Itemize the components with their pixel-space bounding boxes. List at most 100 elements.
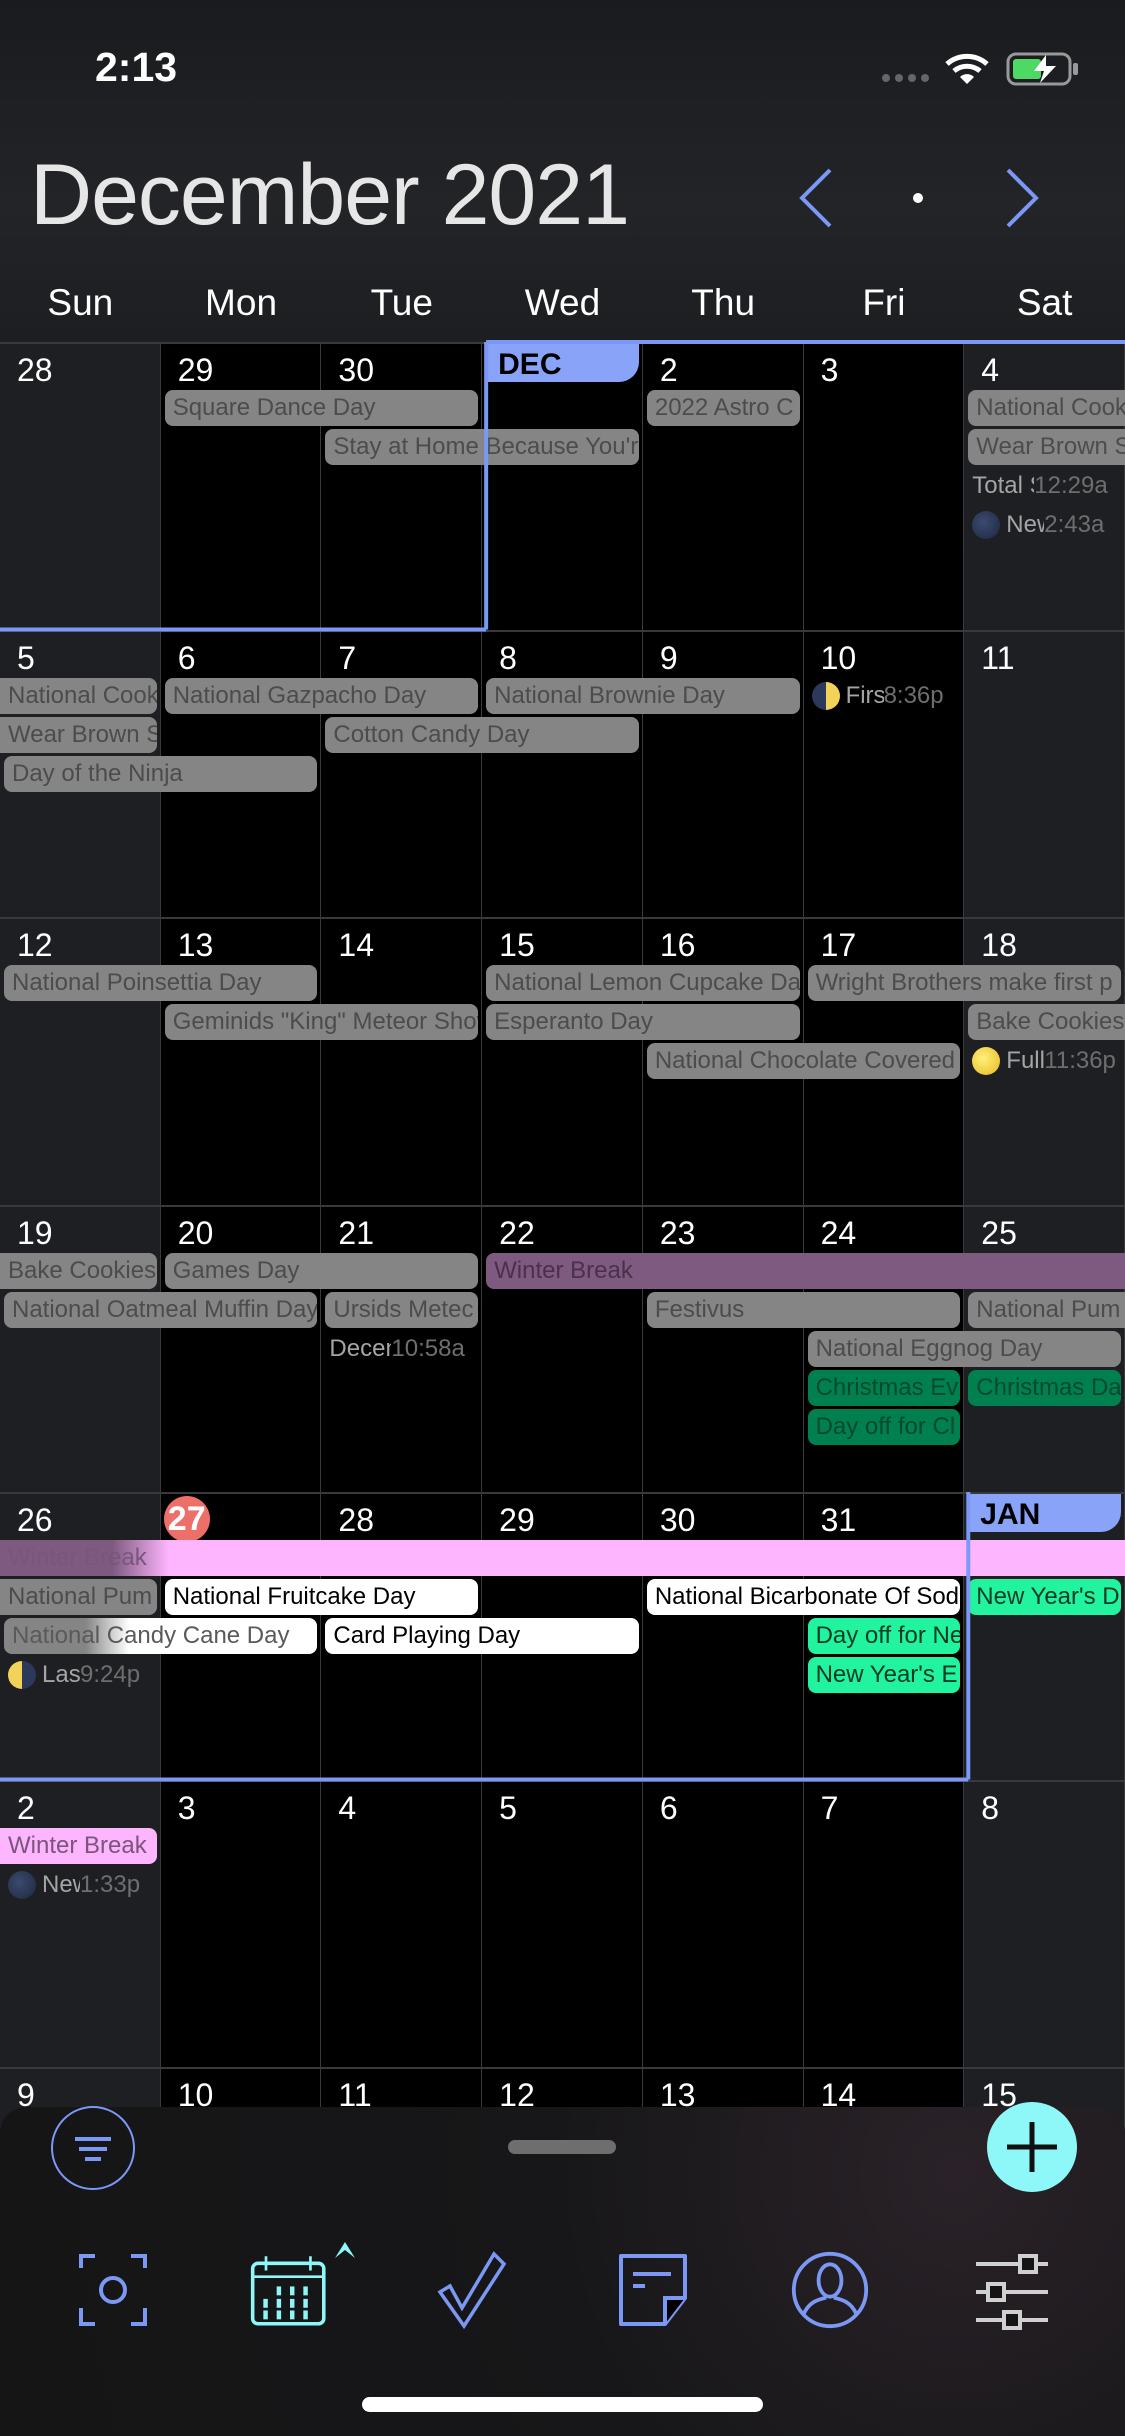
event-bar[interactable]: Wear Brown S	[968, 429, 1125, 465]
event-bar[interactable]: Cotton Candy Day	[325, 716, 639, 753]
event-bar[interactable]: Christmas Da	[968, 1369, 1121, 1406]
day-cell[interactable]: 15	[482, 917, 643, 1205]
event-bar[interactable]: National Bicarbonate Of Sod	[646, 1579, 961, 1615]
event-bar[interactable]: National Pum	[968, 1291, 1125, 1328]
day-cell[interactable]: 6	[642, 1779, 804, 2067]
day-cell[interactable]: 8	[482, 629, 643, 917]
day-cell[interactable]: 22	[482, 1204, 643, 1492]
event-bar[interactable]: National Poinsettia Day	[4, 965, 318, 1001]
day-cell[interactable]: 7	[321, 629, 483, 917]
day-number: 22	[499, 1214, 535, 1251]
filter-button[interactable]	[51, 2106, 135, 2190]
day-cell[interactable]: DEC	[482, 342, 643, 630]
event-bar[interactable]: Bake Cookies	[968, 1004, 1125, 1040]
day-cell[interactable]: 5	[482, 1779, 643, 2067]
event-bar[interactable]: New Year's E	[807, 1657, 961, 1693]
event-bar[interactable]: Esperanto Day	[486, 1004, 800, 1040]
event-bar[interactable]: National Gazpacho Day	[164, 677, 479, 714]
tasks-checkmark-icon[interactable]	[432, 2250, 512, 2330]
event-bar[interactable]: Wright Brothers make first p	[807, 965, 1121, 1001]
day-number: 11	[981, 639, 1015, 676]
day-cell[interactable]: 7	[803, 1779, 965, 2067]
event-bar[interactable]: Ursids Metec	[325, 1291, 479, 1328]
event-bar[interactable]: Day off for Ne	[807, 1618, 961, 1654]
event-bar[interactable]: National Eggnog Day	[807, 1330, 1121, 1367]
event-bar[interactable]: National Fruitcake Day	[164, 1579, 479, 1615]
event-bar[interactable]: Bake Cookies	[0, 1252, 157, 1289]
day-cell[interactable]: 4	[321, 1779, 483, 2067]
event-bar[interactable]: National Candy Cane Day	[4, 1618, 318, 1654]
event-bar[interactable]: New Year's D	[968, 1579, 1121, 1615]
event-bar[interactable]: National Oatmeal Muffin Day	[4, 1291, 318, 1328]
event-bar[interactable]: Winter Break	[0, 1540, 1125, 1576]
event-bar[interactable]: Day of the Ninja	[4, 755, 318, 792]
moon-phase-item[interactable]: New2:43a	[966, 507, 1123, 543]
day-cell[interactable]: 12	[0, 917, 161, 1205]
day-cell[interactable]: JAN	[964, 1492, 1125, 1780]
day-number: 21	[338, 1214, 375, 1251]
event-bar[interactable]: Card Playing Day	[325, 1618, 639, 1654]
day-cell[interactable]: 2	[0, 1779, 161, 2067]
day-cell[interactable]: 3	[803, 342, 965, 630]
chevron-right-icon[interactable]	[1002, 166, 1042, 230]
contacts-icon[interactable]	[790, 2250, 870, 2330]
panel-drag-handle[interactable]	[508, 2140, 616, 2154]
day-cell[interactable]: 14	[321, 917, 483, 1205]
weekday-sat: Sat	[1016, 282, 1073, 323]
moon-phase-item[interactable]: Full 11:36p	[966, 1043, 1123, 1079]
event-bar[interactable]: 2022 Astro C	[646, 390, 800, 426]
month-title[interactable]: December 2021	[30, 146, 630, 245]
event-bar[interactable]: Stay at Home Because You'r	[325, 429, 639, 465]
moon-phase-item[interactable]: New1:33p	[2, 1867, 159, 1903]
event-bar[interactable]: National Chocolate Covered	[646, 1043, 961, 1079]
day-cell[interactable]: 28	[0, 342, 161, 630]
day-cell[interactable]: 9	[642, 629, 804, 917]
event-bar[interactable]: Festivus	[646, 1291, 961, 1328]
event-bar[interactable]: Winter Break	[0, 1827, 157, 1864]
day-cell[interactable]: 20	[160, 1204, 322, 1492]
event-bar[interactable]: National Cook	[0, 677, 157, 714]
event-bar[interactable]: National Cook	[968, 390, 1125, 426]
day-number: 3	[177, 1789, 196, 1826]
moon-phase-item[interactable]: Last9:24p	[2, 1657, 159, 1693]
day-cell[interactable]: 2	[642, 342, 804, 630]
add-event-button[interactable]	[987, 2102, 1077, 2192]
event-bar[interactable]: Games Day	[164, 1252, 479, 1289]
day-number: 23	[659, 1214, 696, 1251]
event-bar[interactable]: Winter Break	[486, 1252, 1125, 1289]
today-dot-icon[interactable]	[913, 193, 923, 203]
chevron-left-icon[interactable]	[796, 166, 836, 230]
notes-icon[interactable]	[613, 2250, 693, 2330]
day-number: 28	[338, 1502, 375, 1538]
event-bar[interactable]: Square Dance Day	[164, 390, 479, 426]
day-number: 25	[981, 1214, 1017, 1251]
day-cell[interactable]: 13	[160, 917, 322, 1205]
event-bar[interactable]: Day off for Cl	[807, 1408, 961, 1445]
event-bar[interactable]: National Pum	[0, 1579, 157, 1615]
event-bar[interactable]: Christmas Ev	[807, 1369, 961, 1406]
event-bar[interactable]: Geminids "King" Meteor Shov	[164, 1004, 479, 1040]
day-cell[interactable]: 11	[964, 629, 1125, 917]
day-cell[interactable]: 30	[321, 342, 483, 630]
day-cell[interactable]: 23	[642, 1204, 804, 1492]
event-bar[interactable]: National Brownie Day	[486, 677, 800, 714]
home-indicator[interactable]	[362, 2397, 763, 2412]
day-cell[interactable]: 19	[0, 1204, 161, 1492]
calendar-icon[interactable]	[250, 2250, 330, 2330]
event-bar[interactable]: Wear Brown S	[0, 716, 157, 753]
astronomy-item[interactable]: Total S12:29a	[966, 468, 1123, 504]
month-grid[interactable]: 28 29 30 DEC 2 3 4 Square Dance Day 2022 Astro C…	[0, 342, 1125, 2355]
expand-caret-icon[interactable]	[333, 2238, 357, 2260]
day-cell[interactable]: 10	[803, 629, 965, 917]
scan-icon[interactable]	[73, 2250, 153, 2330]
moon-new-icon	[8, 1870, 36, 1899]
wifi-icon	[945, 53, 989, 84]
day-cell[interactable]: 30	[642, 1492, 804, 1780]
day-cell[interactable]: 29	[160, 342, 322, 630]
event-bar[interactable]: National Lemon Cupcake Day	[486, 965, 800, 1001]
settings-sliders-icon[interactable]	[972, 2250, 1052, 2330]
moon-phase-item[interactable]: First8:36p	[806, 678, 963, 714]
day-cell[interactable]: 8	[964, 1779, 1125, 2067]
day-cell[interactable]: 3	[160, 1779, 322, 2067]
astronomy-item[interactable]: Decem10:58a	[323, 1331, 480, 1367]
